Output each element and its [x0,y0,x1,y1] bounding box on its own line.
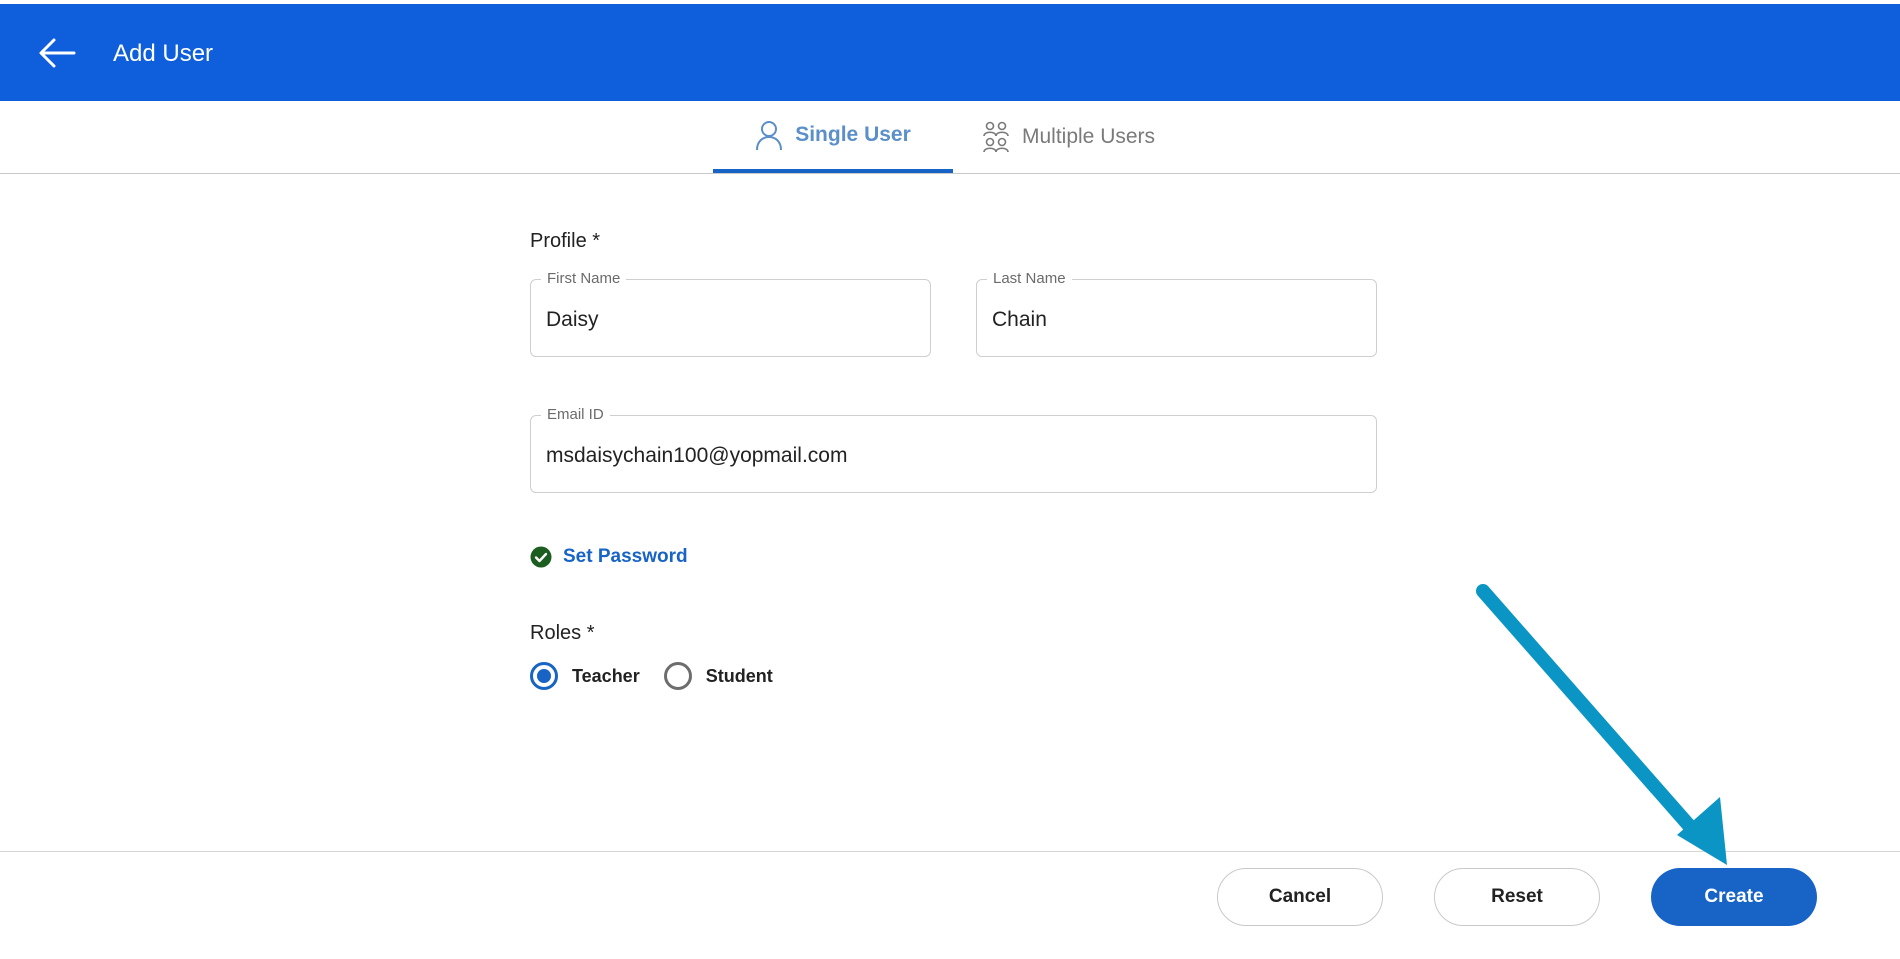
page-title: Add User [113,40,214,67]
tab-single-user-label: Single User [795,123,911,146]
header-bar: Add User [0,4,1900,101]
cancel-button[interactable]: Cancel [1217,868,1383,926]
arrow-left-icon [39,38,76,68]
email-input[interactable] [546,440,1361,472]
tab-multiple-users[interactable]: Multiple Users [982,101,1172,173]
check-circle-icon [530,546,552,568]
user-icon [755,119,783,151]
footer-action-bar: Cancel Reset Create [0,851,1900,959]
email-field: Email ID [530,406,1377,493]
first-name-field: First Name [530,270,931,357]
tab-single-user[interactable]: Single User [713,101,953,173]
first-name-legend: First Name [541,270,627,287]
role-teacher-option[interactable]: Teacher [530,662,640,690]
student-label: Student [705,665,773,686]
back-button[interactable] [32,30,82,76]
teacher-radio[interactable] [530,662,558,690]
roles-section-label: Roles * [530,622,595,644]
tab-multiple-users-label: Multiple Users [1022,125,1156,148]
student-radio[interactable] [663,662,692,690]
set-password-label: Set Password [563,546,688,567]
first-name-input[interactable] [546,304,915,336]
teacher-label: Teacher [572,665,640,686]
last-name-input[interactable] [992,304,1361,336]
last-name-legend: Last Name [987,270,1072,287]
role-student-option[interactable]: Student [663,662,773,690]
email-legend: Email ID [541,406,610,423]
radio-selected-dot [537,669,551,683]
roles-radio-group: Teacher Student [530,662,797,690]
profile-section-label: Profile * [530,230,601,252]
reset-button[interactable]: Reset [1434,868,1600,926]
last-name-field: Last Name [976,270,1377,357]
set-password-link[interactable]: Set Password [530,546,688,568]
tab-bar: Single User Multiple Users [0,101,1900,174]
create-button[interactable]: Create [1651,868,1817,926]
users-group-icon [982,121,1010,153]
